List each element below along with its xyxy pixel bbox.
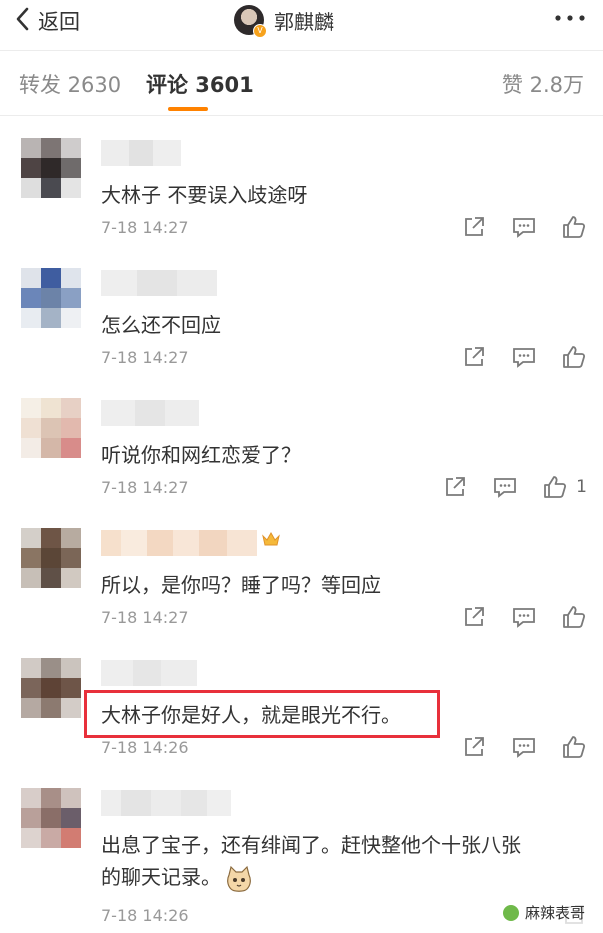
avatar[interactable]: [21, 268, 81, 328]
wechat-icon: [502, 904, 519, 921]
cat-emoji-icon: [225, 865, 253, 893]
highlight-box: [84, 690, 440, 738]
back-label: 返回: [38, 10, 80, 34]
watermark: 麻辣表哥: [498, 900, 589, 925]
username-blurred[interactable]: [101, 530, 281, 556]
like-icon[interactable]: [561, 734, 587, 760]
comment-actions: [437, 212, 587, 242]
avatar[interactable]: [21, 788, 81, 848]
comment-time: 7-18 14:27: [101, 218, 189, 237]
comment-actions: [437, 732, 587, 762]
tab-bar: 转发 2630 评论 3601 赞 2.8万: [0, 50, 603, 116]
share-icon[interactable]: [461, 604, 487, 630]
comment-text: 大林子 不要误入歧途呀: [101, 183, 308, 207]
avatar[interactable]: [21, 658, 81, 718]
author-header[interactable]: V 郭麒麟: [234, 3, 334, 38]
comment-text: 所以，是你吗？睡了吗？等回应: [101, 573, 381, 597]
comment-time: 7-18 14:27: [101, 348, 189, 367]
crown-badge-icon: [261, 530, 281, 556]
comment-actions: [437, 602, 587, 632]
comment-time: 7-18 14:26: [101, 906, 189, 925]
active-tab-indicator: [168, 107, 208, 111]
comment-text-line-2-text: 的聊天记录。: [101, 865, 221, 889]
comment-time: 7-18 14:26: [101, 738, 189, 757]
share-icon[interactable]: [461, 214, 487, 240]
reply-icon[interactable]: [511, 214, 537, 240]
like-icon[interactable]: [561, 214, 587, 240]
tab-like[interactable]: 赞 2.8万: [502, 69, 584, 99]
like-icon[interactable]: [561, 344, 587, 370]
username-blurred[interactable]: [101, 140, 181, 166]
comment-text: 听说你和网红恋爱了？: [101, 443, 301, 467]
top-bar: 返回 V 郭麒麟: [0, 0, 603, 46]
tab-comment[interactable]: 评论 3601: [146, 69, 254, 99]
like-count: 1: [576, 477, 587, 497]
username-blurred[interactable]: [101, 790, 231, 816]
avatar[interactable]: [21, 398, 81, 458]
share-icon[interactable]: [442, 474, 468, 500]
comment-item: 怎么还不回应 7-18 14:27: [0, 246, 603, 376]
reply-icon[interactable]: [511, 604, 537, 630]
comment-item: 听说你和网红恋爱了？ 7-18 14:27 1: [0, 376, 603, 506]
avatar[interactable]: [21, 528, 81, 588]
comment-actions: 1: [418, 472, 587, 502]
watermark-text: 麻辣表哥: [524, 904, 585, 922]
username-blurred[interactable]: [101, 660, 197, 686]
author-name[interactable]: 郭麒麟: [274, 6, 334, 35]
reply-icon[interactable]: [511, 734, 537, 760]
comment-text-line-1: 出息了宝子，还有绯闻了。赶快整他个十张八张: [101, 833, 521, 857]
like-icon[interactable]: [561, 604, 587, 630]
reply-icon[interactable]: [511, 344, 537, 370]
comment-actions: [437, 342, 587, 372]
avatar[interactable]: [21, 138, 81, 198]
comment-item: 所以，是你吗？睡了吗？等回应 7-18 14:27: [0, 506, 603, 636]
comment-text-line-2: 的聊天记录。: [101, 860, 253, 894]
reply-icon[interactable]: [492, 474, 518, 500]
more-options-icon[interactable]: [553, 8, 587, 28]
chevron-left-icon: [14, 7, 32, 35]
like-icon[interactable]: 1: [542, 474, 587, 500]
tab-repost[interactable]: 转发 2630: [19, 69, 121, 99]
share-icon[interactable]: [461, 734, 487, 760]
comment-time: 7-18 14:27: [101, 608, 189, 627]
username-blurred[interactable]: [101, 270, 217, 296]
verified-badge: V: [253, 24, 267, 38]
share-icon[interactable]: [461, 344, 487, 370]
comment-item: 大林子 不要误入歧途呀 7-18 14:27: [0, 116, 603, 246]
username-blurred[interactable]: [101, 400, 199, 426]
comment-time: 7-18 14:27: [101, 478, 189, 497]
back-button[interactable]: 返回: [14, 6, 80, 36]
author-avatar[interactable]: V: [234, 5, 267, 38]
comment-text: 怎么还不回应: [101, 313, 221, 337]
